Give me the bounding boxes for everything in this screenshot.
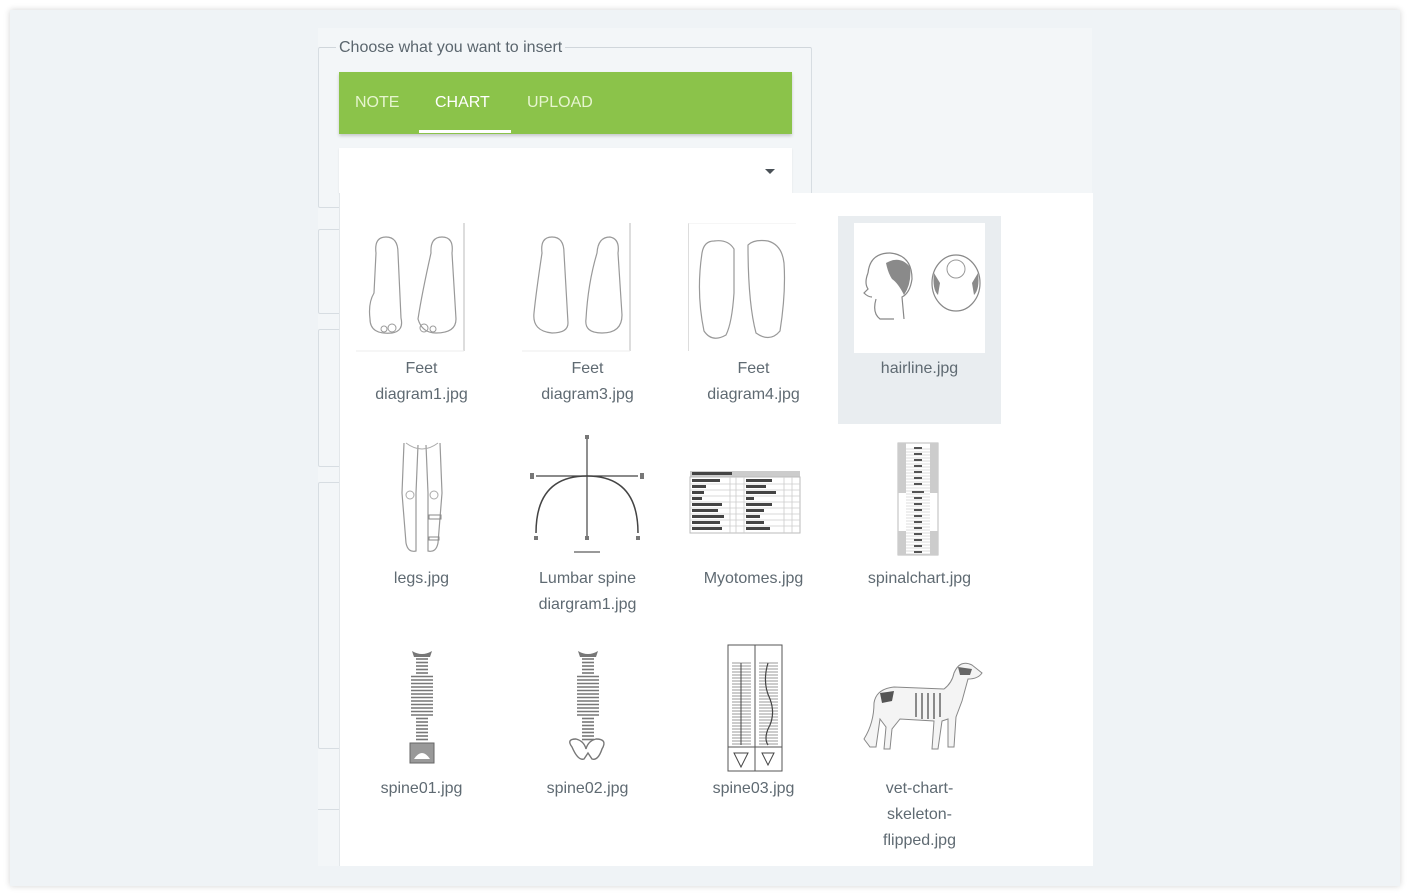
chart-option[interactable]: Feet diagram1.jpg	[340, 216, 503, 424]
chart-option-label: legs.jpg	[393, 570, 450, 587]
dog-skeleton-thumbnail	[854, 643, 985, 773]
chart-option-label: spine01.jpg	[380, 780, 463, 797]
chart-option-label: Feet diagram1.jpg	[375, 360, 468, 403]
chart-option[interactable]: spine01.jpg	[340, 636, 503, 844]
caret-down-icon[interactable]	[765, 169, 775, 174]
insert-type-tabs: NOTE CHART UPLOAD	[339, 72, 792, 134]
feet-diagram-thumbnail	[688, 223, 819, 353]
chart-option[interactable]: Lumbar spine diargram1.jpg	[506, 426, 669, 634]
chart-option-label: Feet diagram4.jpg	[707, 360, 800, 403]
chart-option-selected[interactable]: hairline.jpg	[838, 216, 1001, 424]
fieldset-legend: Choose what you want to insert	[336, 38, 566, 58]
myotomes-thumbnail	[688, 433, 819, 563]
chart-option[interactable]: vet-chart-skeleton-flipped.jpg	[838, 636, 1001, 849]
chart-option[interactable]: Feet diagram3.jpg	[506, 216, 669, 424]
chart-option-label: spine02.jpg	[546, 780, 629, 797]
spinal-chart-thumbnail	[854, 433, 985, 563]
lumbar-spine-thumbnail	[522, 433, 653, 563]
feet-diagram-thumbnail	[522, 223, 653, 353]
chart-option[interactable]: spine03.jpg	[672, 636, 835, 844]
spine-02-thumbnail	[522, 643, 653, 773]
chart-option-label: spinalchart.jpg	[867, 570, 972, 587]
hairline-thumbnail	[854, 223, 985, 353]
spine-03-thumbnail	[688, 643, 819, 773]
legs-thumbnail	[356, 433, 487, 563]
chart-option-label: Feet diagram3.jpg	[541, 360, 634, 403]
feet-diagram-thumbnail	[356, 223, 487, 353]
chart-option-label: spine03.jpg	[712, 780, 795, 797]
tab-note[interactable]: NOTE	[355, 72, 399, 134]
tab-chart[interactable]: CHART	[435, 72, 490, 134]
chart-select[interactable]	[339, 148, 792, 193]
chart-option[interactable]: spinalchart.jpg	[838, 426, 1001, 634]
chart-dropdown-menu: Feet diagram1.jpg Feet diagram3.jpg Feet…	[339, 193, 1093, 866]
spine-01-thumbnail	[356, 643, 487, 773]
chart-option-label: vet-chart-skeleton-flipped.jpg	[883, 780, 956, 849]
chart-option[interactable]: Feet diagram4.jpg	[672, 216, 835, 424]
chart-option[interactable]: legs.jpg	[340, 426, 503, 634]
tab-upload[interactable]: UPLOAD	[527, 72, 593, 134]
active-tab-indicator	[419, 130, 511, 133]
chart-option-label: Lumbar spine diargram1.jpg	[538, 570, 637, 613]
chart-option-label: hairline.jpg	[880, 360, 959, 377]
chart-option[interactable]: Myotomes.jpg	[672, 426, 835, 634]
chart-option-label: Myotomes.jpg	[703, 570, 804, 587]
chart-option[interactable]: spine02.jpg	[506, 636, 669, 844]
